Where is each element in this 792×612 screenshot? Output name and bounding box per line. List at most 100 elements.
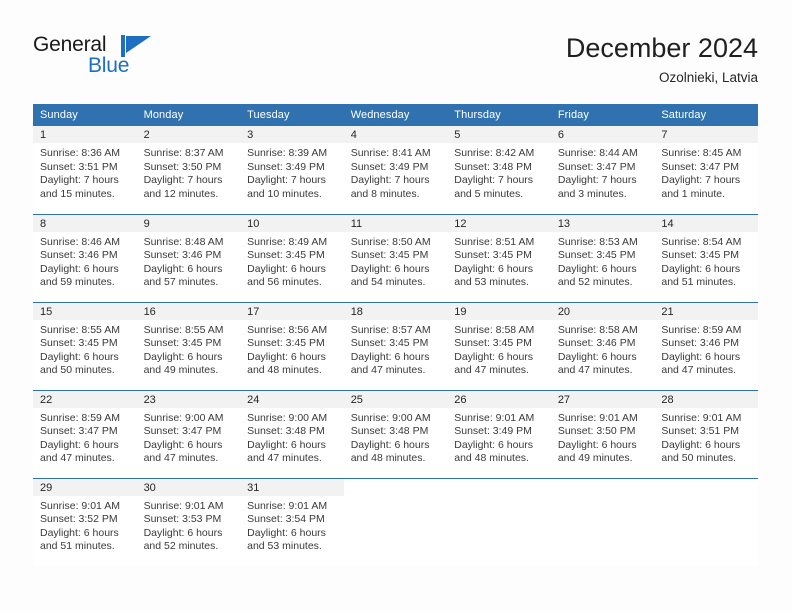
daylight-text-line2: and 47 minutes. — [557, 364, 633, 377]
day-cell[interactable]: 22 Sunrise: 8:59 AM Sunset: 3:47 PM Dayl… — [33, 389, 137, 478]
sunrise-text: Sunrise: 8:50 AM — [350, 235, 431, 248]
sunrise-text: Sunrise: 8:58 AM — [557, 323, 638, 336]
daylight-text-line1: Daylight: 6 hours — [247, 438, 326, 451]
daylight-text-line2: and 59 minutes. — [40, 276, 115, 289]
daylight-text-line2: and 47 minutes. — [247, 452, 322, 465]
daylight-text-line2: and 47 minutes. — [40, 452, 115, 465]
day-cell[interactable]: 24 Sunrise: 9:00 AM Sunset: 3:48 PM Dayl… — [240, 389, 344, 478]
day-cell[interactable]: 9 Sunrise: 8:48 AM Sunset: 3:46 PM Dayli… — [136, 213, 241, 302]
day-cell[interactable]: 25 Sunrise: 9:00 AM Sunset: 3:48 PM Dayl… — [343, 389, 448, 478]
day-cell[interactable]: 28 Sunrise: 9:01 AM Sunset: 3:51 PM Dayl… — [654, 389, 758, 478]
day-cell[interactable]: 16 Sunrise: 8:55 AM Sunset: 3:45 PM Dayl… — [136, 301, 241, 390]
daylight-text-line2: and 5 minutes. — [454, 187, 524, 200]
day-cell[interactable]: 21 Sunrise: 8:59 AM Sunset: 3:46 PM Dayl… — [654, 301, 758, 390]
day-cell[interactable]: 30 Sunrise: 9:01 AM Sunset: 3:53 PM Dayl… — [136, 477, 241, 566]
day-cell[interactable]: 10 Sunrise: 8:49 AM Sunset: 3:45 PM Dayl… — [240, 213, 344, 302]
day-cell[interactable]: 7 Sunrise: 8:45 AM Sunset: 3:47 PM Dayli… — [654, 126, 758, 214]
day-cell[interactable]: 5 Sunrise: 8:42 AM Sunset: 3:48 PM Dayli… — [447, 126, 551, 214]
sunrise-text: Sunrise: 8:45 AM — [661, 147, 742, 159]
day-number — [550, 478, 655, 496]
daylight-text-line2: and 47 minutes. — [454, 364, 529, 377]
day-cell[interactable]: 2 Sunrise: 8:37 AM Sunset: 3:50 PM Dayli… — [136, 126, 241, 214]
daylight-text-line2: and 1 minute. — [661, 187, 726, 200]
daylight-text-line2: and 50 minutes. — [40, 364, 115, 377]
sunset-text: Sunset: 3:53 PM — [143, 513, 222, 526]
sunset-text: Sunset: 3:45 PM — [454, 337, 532, 350]
day-number: 3 — [240, 126, 344, 143]
day-cell[interactable]: 11 Sunrise: 8:50 AM Sunset: 3:45 PM Dayl… — [343, 213, 448, 302]
day-cell[interactable]: 26 Sunrise: 9:01 AM Sunset: 3:49 PM Dayl… — [447, 389, 551, 478]
day-cell[interactable]: 23 Sunrise: 9:00 AM Sunset: 3:47 PM Dayl… — [136, 389, 241, 478]
sunrise-text: Sunrise: 8:37 AM — [143, 147, 224, 159]
day-number: 5 — [447, 126, 551, 143]
sunrise-text: Sunrise: 9:01 AM — [454, 411, 535, 424]
sunrise-text: Sunrise: 8:49 AM — [247, 235, 328, 248]
daylight-text-line1: Daylight: 6 hours — [40, 262, 119, 275]
day-number — [343, 478, 448, 496]
daylight-text-line2: and 53 minutes. — [454, 276, 529, 289]
sunset-text: Sunset: 3:46 PM — [40, 249, 118, 262]
day-cell[interactable]: 20 Sunrise: 8:58 AM Sunset: 3:46 PM Dayl… — [550, 301, 655, 390]
day-cell[interactable]: 8 Sunrise: 8:46 AM Sunset: 3:46 PM Dayli… — [33, 213, 137, 302]
sunrise-text: Sunrise: 8:54 AM — [661, 235, 742, 248]
sunrise-text: Sunrise: 8:46 AM — [40, 235, 120, 248]
day-cell[interactable]: 15 Sunrise: 8:55 AM Sunset: 3:45 PM Dayl… — [33, 301, 137, 390]
daylight-text-line2: and 48 minutes. — [350, 452, 426, 465]
day-cell-empty — [447, 477, 551, 566]
sunrise-text: Sunrise: 8:51 AM — [454, 235, 535, 248]
sunrise-text: Sunrise: 8:56 AM — [247, 323, 328, 336]
day-cell[interactable]: 6 Sunrise: 8:44 AM Sunset: 3:47 PM Dayli… — [550, 126, 655, 214]
weekday-header-friday: Friday — [550, 104, 655, 126]
daylight-text-line2: and 12 minutes. — [143, 187, 219, 200]
week-row: 8 Sunrise: 8:46 AM Sunset: 3:46 PM Dayli… — [33, 213, 758, 302]
daylight-text-line1: Daylight: 6 hours — [557, 350, 637, 363]
day-cell[interactable]: 18 Sunrise: 8:57 AM Sunset: 3:45 PM Dayl… — [343, 301, 448, 390]
day-cell[interactable]: 13 Sunrise: 8:53 AM Sunset: 3:45 PM Dayl… — [550, 213, 655, 302]
brand-logo[interactable]: General Blue — [33, 33, 163, 83]
daylight-text-line2: and 56 minutes. — [247, 276, 322, 289]
day-cell[interactable]: 3 Sunrise: 8:39 AM Sunset: 3:49 PM Dayli… — [240, 126, 344, 214]
sunrise-text: Sunrise: 8:48 AM — [143, 235, 224, 248]
sunset-text: Sunset: 3:49 PM — [454, 425, 532, 438]
daylight-text-line1: Daylight: 6 hours — [143, 350, 223, 363]
sunrise-text: Sunrise: 9:00 AM — [350, 411, 431, 424]
sunrise-text: Sunrise: 9:01 AM — [557, 411, 638, 424]
day-cell[interactable]: 27 Sunrise: 9:01 AM Sunset: 3:50 PM Dayl… — [550, 389, 655, 478]
weekday-header-thursday: Thursday — [447, 104, 551, 126]
day-number: 26 — [447, 390, 551, 408]
day-number: 1 — [33, 126, 137, 143]
day-number: 28 — [654, 390, 758, 408]
day-number: 22 — [33, 390, 137, 408]
day-number — [654, 478, 758, 496]
day-cell[interactable]: 17 Sunrise: 8:56 AM Sunset: 3:45 PM Dayl… — [240, 301, 344, 390]
day-cell[interactable]: 14 Sunrise: 8:54 AM Sunset: 3:45 PM Dayl… — [654, 213, 758, 302]
day-number — [447, 478, 551, 496]
daylight-text-line1: Daylight: 6 hours — [350, 438, 430, 451]
daylight-text-line2: and 51 minutes. — [661, 276, 737, 289]
daylight-text-line1: Daylight: 6 hours — [143, 438, 223, 451]
sunset-text: Sunset: 3:46 PM — [557, 337, 636, 350]
day-cell[interactable]: 1 Sunrise: 8:36 AM Sunset: 3:51 PM Dayli… — [33, 126, 137, 214]
sunset-text: Sunset: 3:48 PM — [247, 425, 325, 438]
sunrise-text: Sunrise: 8:59 AM — [661, 323, 742, 336]
daylight-text-line1: Daylight: 6 hours — [40, 438, 119, 451]
daylight-text-line1: Daylight: 7 hours — [40, 174, 119, 187]
sunrise-text: Sunrise: 8:42 AM — [454, 147, 535, 159]
day-cell[interactable]: 29 Sunrise: 9:01 AM Sunset: 3:52 PM Dayl… — [33, 477, 137, 566]
week-row: 1 Sunrise: 8:36 AM Sunset: 3:51 PM Dayli… — [33, 126, 758, 214]
day-cell[interactable]: 12 Sunrise: 8:51 AM Sunset: 3:45 PM Dayl… — [447, 213, 551, 302]
daylight-text-line2: and 48 minutes. — [247, 364, 322, 377]
day-cell[interactable]: 19 Sunrise: 8:58 AM Sunset: 3:45 PM Dayl… — [447, 301, 551, 390]
sunset-text: Sunset: 3:45 PM — [143, 337, 222, 350]
day-cell[interactable]: 31 Sunrise: 9:01 AM Sunset: 3:54 PM Dayl… — [240, 477, 344, 566]
sunrise-sunset-calendar: Sunday Monday Tuesday Wednesday Thursday… — [33, 104, 758, 566]
sunset-text: Sunset: 3:54 PM — [247, 513, 325, 526]
sunrise-text: Sunrise: 8:53 AM — [557, 235, 638, 248]
sunrise-text: Sunrise: 9:00 AM — [247, 411, 328, 424]
daylight-text-line2: and 10 minutes. — [247, 187, 322, 200]
daylight-text-line1: Daylight: 6 hours — [350, 262, 430, 275]
week-row: 29 Sunrise: 9:01 AM Sunset: 3:52 PM Dayl… — [33, 477, 758, 566]
daylight-text-line1: Daylight: 6 hours — [454, 262, 534, 275]
day-cell[interactable]: 4 Sunrise: 8:41 AM Sunset: 3:49 PM Dayli… — [343, 126, 448, 214]
day-number: 29 — [33, 478, 137, 496]
